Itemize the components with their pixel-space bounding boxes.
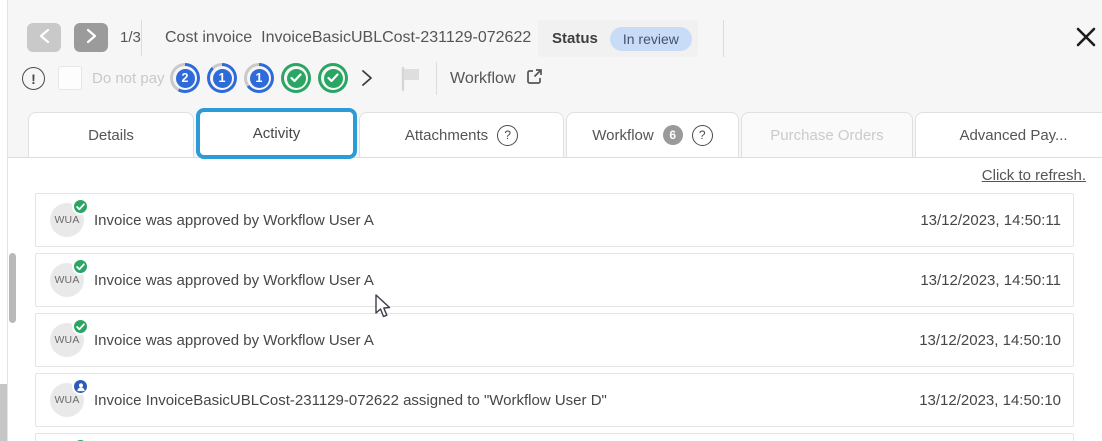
workflow-step-badge: 1 (207, 63, 237, 93)
previous-invoice-button[interactable] (27, 23, 61, 52)
activity-text: Invoice was approved by Workflow User A (94, 272, 920, 289)
refresh-link[interactable]: Click to refresh. (982, 167, 1086, 184)
tab-attachments[interactable]: Attachments ? (359, 112, 564, 158)
activity-item[interactable]: WUA Invoice was approved by Workflow Use… (35, 253, 1074, 307)
activity-item[interactable]: WUA Invoice InvoiceBasicUBLCost-231129-0… (35, 373, 1074, 427)
invoice-type-label: Cost invoice (165, 29, 252, 46)
workflow-step-approved-badge (318, 63, 348, 93)
workflow-count-badge: 6 (663, 125, 683, 145)
do-not-pay-label: Do not pay (92, 70, 165, 87)
close-icon (1075, 26, 1097, 51)
workflow-step-badge: 2 (170, 63, 200, 93)
external-link-icon (526, 68, 543, 90)
status-label: Status (552, 30, 598, 47)
expand-steps-chevron[interactable] (360, 68, 373, 88)
activity-panel: Click to refresh. WUA Invoice was approv… (8, 158, 1102, 441)
tab-advanced-payments[interactable]: Advanced Pay... (915, 112, 1102, 158)
activity-timestamp: 13/12/2023, 14:50:11 (920, 272, 1061, 289)
workflow-step-badge: 1 (244, 63, 274, 93)
tab-workflow[interactable]: Workflow 6 ? (566, 112, 739, 158)
activity-timestamp: 13/12/2023, 14:50:11 (920, 212, 1061, 229)
pagination-counter: 1/3 (120, 29, 141, 46)
next-invoice-button[interactable] (74, 23, 108, 52)
divider (723, 20, 724, 57)
assigned-user-icon (72, 378, 89, 395)
help-icon[interactable]: ? (497, 125, 518, 146)
close-button[interactable] (1070, 22, 1102, 54)
approved-check-icon (72, 318, 89, 335)
vertical-scrollbar[interactable] (9, 253, 16, 323)
activity-text: Invoice was approved by Workflow User A (94, 332, 919, 349)
activity-item[interactable]: WUA (35, 433, 1074, 441)
check-icon (287, 69, 306, 88)
activity-item[interactable]: WUA Invoice was approved by Workflow Use… (35, 313, 1074, 367)
tab-activity[interactable]: Activity (196, 108, 357, 159)
activity-text: Invoice InvoiceBasicUBLCost-231129-07262… (94, 392, 919, 409)
dialog-header: 1/3 Cost invoice InvoiceBasicUBLCost-2311… (8, 0, 1102, 158)
chevron-left-icon (39, 28, 50, 47)
check-icon (324, 69, 343, 88)
flag-icon[interactable] (400, 66, 422, 95)
activity-text: Invoice was approved by Workflow User A (94, 212, 920, 229)
approved-check-icon (72, 258, 89, 275)
workflow-open-link[interactable]: Workflow (450, 68, 543, 90)
tab-details[interactable]: Details (28, 112, 194, 158)
status-container: Status In review (538, 20, 698, 57)
tab-bar: Details Activity Attachments ? Workflow … (28, 112, 1102, 159)
warning-icon: ! (22, 67, 45, 90)
window-edge (0, 384, 7, 441)
invoice-title: Cost invoice InvoiceBasicUBLCost-231129-0… (165, 29, 531, 47)
tab-purchase-orders: Purchase Orders (741, 112, 913, 158)
workflow-link-label: Workflow (450, 70, 516, 88)
activity-item[interactable]: WUA Invoice was approved by Workflow Use… (35, 193, 1074, 247)
workflow-step-approved-badge (281, 63, 311, 93)
workflow-step-badges: 2 1 1 (170, 63, 373, 93)
chevron-right-icon (86, 28, 97, 47)
help-icon[interactable]: ? (692, 125, 713, 146)
invoice-number: InvoiceBasicUBLCost-231129-072622 (261, 29, 531, 46)
approved-check-icon (72, 198, 89, 215)
activity-timestamp: 13/12/2023, 14:50:10 (919, 332, 1061, 349)
do-not-pay-checkbox[interactable] (58, 66, 82, 90)
panel-edge-line (7, 0, 8, 441)
divider (141, 20, 142, 56)
invoice-dialog: 1/3 Cost invoice InvoiceBasicUBLCost-2311… (0, 0, 1102, 441)
status-badge: In review (610, 27, 692, 51)
divider (436, 62, 437, 95)
activity-timestamp: 13/12/2023, 14:50:10 (919, 392, 1061, 409)
